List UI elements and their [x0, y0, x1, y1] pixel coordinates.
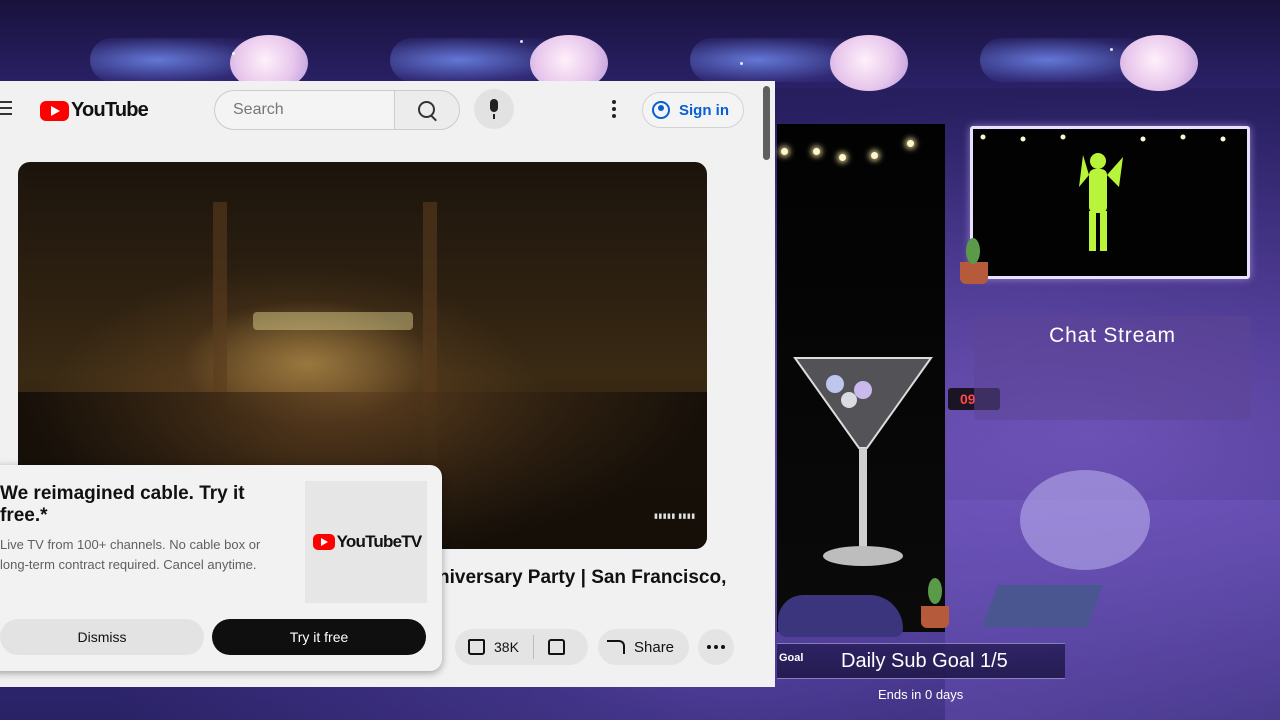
promo-title: We reimagined cable. Try it free.* [0, 483, 245, 526]
hamburger-menu-icon[interactable] [0, 101, 12, 115]
youtube-tv-wordmark: YouTubeTV [336, 532, 423, 551]
star-icon [232, 52, 235, 55]
string-light-icon [813, 148, 820, 155]
plant-leaf-icon [966, 238, 980, 264]
string-light-icon [907, 140, 914, 147]
goal-tag: Goal [779, 652, 804, 664]
search-icon [418, 101, 435, 118]
more-options-icon[interactable] [612, 100, 616, 121]
star-icon [520, 40, 523, 43]
string-light-icon [839, 154, 846, 161]
moon-icon [830, 35, 908, 91]
youtube-tv-logo: YouTubeTV [305, 481, 427, 603]
search-box [214, 90, 395, 130]
share-arrow-icon [607, 640, 625, 654]
youtube-logo[interactable]: YouTube [40, 99, 149, 122]
bunny-pillow-illustration [1020, 470, 1150, 570]
chat-stream-title: Chat Stream [1049, 324, 1176, 347]
star-icon [740, 62, 743, 65]
martini-glass-icon [793, 357, 933, 566]
potted-plant-icon [960, 262, 988, 284]
microphone-icon [490, 99, 498, 119]
video-watermark: ▮▮▮▮▮ ▮▮▮▮ [654, 513, 696, 520]
like-separator [532, 635, 534, 659]
more-actions-button[interactable] [698, 629, 734, 665]
youtube-wordmark: YouTube [71, 99, 149, 121]
youtube-play-icon [40, 100, 69, 121]
goal-ends-text: Ends in 0 days [878, 687, 964, 702]
star-icon [1110, 48, 1113, 51]
youtube-play-icon [312, 534, 335, 550]
potted-plant-icon [921, 606, 949, 628]
goal-text: Daily Sub Goal 1/5 [841, 650, 1008, 672]
promo-description: Live TV from 100+ channels. No cable box… [0, 537, 261, 572]
moon-banner [0, 0, 1280, 91]
try-it-free-button[interactable]: Try it free [212, 619, 426, 655]
string-light-icon [781, 148, 788, 155]
sleeping-cat-illustration [778, 595, 903, 637]
sign-in-button[interactable]: Sign in [642, 92, 744, 128]
moon-icon [1120, 35, 1198, 91]
chat-stream-panel: Chat Stream [974, 316, 1251, 420]
search-input[interactable] [231, 91, 385, 129]
youtube-header: YouTube Sign in [0, 81, 775, 137]
stage-light [253, 312, 413, 330]
share-label: Share [634, 638, 675, 656]
search-button[interactable] [394, 90, 460, 130]
dismiss-button[interactable]: Dismiss [0, 619, 204, 655]
sub-goal-bar: Goal Daily Sub Goal 1/5 [777, 643, 1065, 679]
dislike-thumb-down-icon[interactable] [547, 639, 565, 655]
voice-search-button[interactable] [474, 89, 514, 129]
video-title: niversary Party | San Francisco, [438, 567, 727, 588]
moon-cloud-tile [980, 30, 1230, 91]
page-scrollbar[interactable] [763, 86, 770, 160]
youtube-window: YouTube Sign in ▮▮▮▮▮ ▮▮▮▮ niversary Par… [0, 81, 775, 687]
webcam-frame [970, 126, 1250, 279]
string-light-icon [871, 152, 878, 159]
like-count[interactable]: 38K [494, 639, 519, 655]
plant-leaf-icon [928, 578, 942, 604]
share-button[interactable]: Share [598, 629, 689, 665]
sign-in-label: Sign in [679, 101, 729, 119]
greenscreen-dancer [980, 134, 1226, 251]
like-thumb-up-icon[interactable] [468, 639, 485, 655]
book-illustration [982, 585, 1103, 627]
user-account-icon [652, 101, 670, 119]
youtube-tv-promo-popup: We reimagined cable. Try it free.* Live … [0, 465, 442, 671]
like-dislike-group: 38K [455, 629, 588, 665]
